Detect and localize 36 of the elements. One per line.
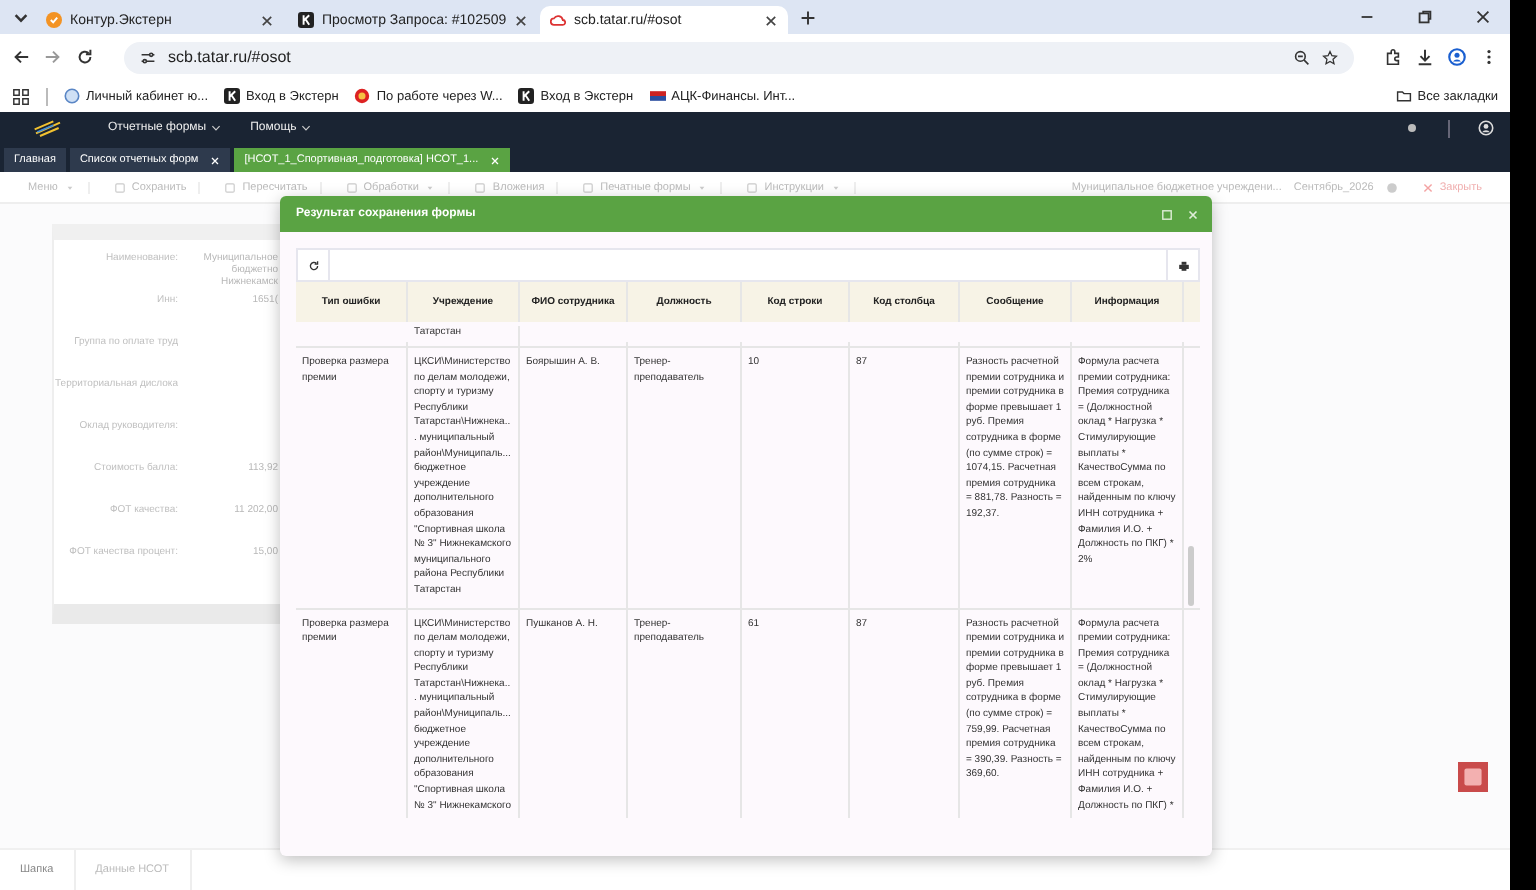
globe-icon: [64, 88, 80, 104]
close-icon[interactable]: [260, 13, 274, 27]
refresh-icon: [307, 259, 319, 271]
restore-icon[interactable]: [1416, 8, 1434, 26]
forward-arrow-icon[interactable]: [44, 48, 62, 66]
back-arrow-icon[interactable]: [12, 48, 30, 66]
caret-icon: [63, 181, 76, 193]
puzzle-icon[interactable]: [1384, 48, 1402, 66]
print-icon: [1177, 259, 1189, 271]
app-launcher-icon[interactable]: [1458, 762, 1488, 792]
star-icon[interactable]: [1322, 49, 1338, 65]
download-icon[interactable]: [1416, 48, 1434, 66]
flag-icon: [649, 88, 666, 104]
k-logo-icon: [518, 88, 535, 104]
close-icon[interactable]: [514, 13, 529, 27]
address-bar[interactable]: scb.tatar.ru/#osot: [124, 41, 1354, 73]
check-circle-icon: [46, 12, 62, 28]
close-icon[interactable]: [764, 13, 778, 27]
dot-icon[interactable]: [1404, 120, 1420, 136]
k-logo-icon: [298, 12, 314, 28]
close-icon: [1421, 181, 1434, 193]
cloud-icon: [550, 12, 566, 28]
folder-icon: [1395, 88, 1412, 104]
round-logo-icon: [354, 88, 371, 104]
profile-icon[interactable]: [1448, 48, 1466, 66]
k-logo-icon: [224, 88, 241, 104]
caret-icon: [210, 122, 223, 134]
logo-icon[interactable]: [32, 118, 64, 138]
caret-icon: [300, 122, 313, 134]
new-tab-icon[interactable]: [800, 9, 816, 25]
apps-grid-icon[interactable]: [12, 87, 30, 105]
site-settings-icon[interactable]: [140, 49, 156, 65]
reload-icon[interactable]: [76, 48, 94, 66]
close-icon[interactable]: [1474, 8, 1492, 26]
user-icon[interactable]: [1478, 120, 1494, 136]
zoom-icon[interactable]: [1294, 49, 1310, 65]
